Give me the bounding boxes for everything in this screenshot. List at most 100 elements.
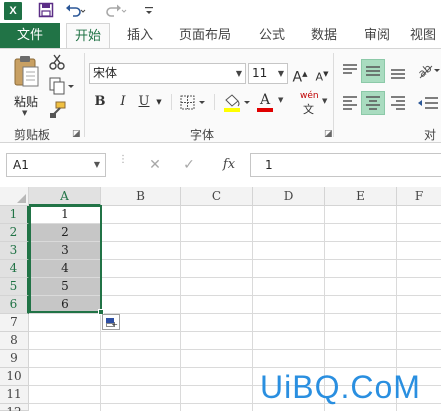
formula-buttons: ✕ ✓ fx — [134, 153, 246, 177]
paste-icon — [14, 56, 39, 87]
font-name-value: 宋体 — [93, 66, 118, 80]
column-header-b[interactable]: B — [101, 187, 181, 206]
shrink-font-button[interactable]: A▼ — [314, 64, 330, 84]
phonetic-guide-button[interactable]: wén 文 ▼ — [298, 91, 332, 116]
align-left-icon[interactable] — [340, 93, 360, 113]
row-header-2[interactable]: 2 — [0, 224, 29, 242]
borders-icon[interactable] — [180, 95, 208, 111]
redo-icon[interactable] — [105, 2, 127, 20]
phonetic-bottom-text: 文 — [303, 103, 314, 116]
undo-icon[interactable] — [64, 2, 86, 20]
column-header-c[interactable]: C — [181, 187, 253, 206]
row-header-11[interactable]: 11 — [0, 386, 29, 404]
save-icon[interactable] — [38, 2, 54, 20]
bold-button[interactable]: B — [93, 92, 107, 112]
plus-icon: + — [111, 320, 118, 329]
underline-button[interactable]: U — [137, 92, 151, 112]
tab-page-layout[interactable]: 页面布局 — [175, 23, 235, 48]
row-header-1[interactable]: 1 — [0, 206, 29, 224]
paste-label: 粘贴 — [13, 95, 38, 109]
chevron-down-icon: ▼ — [277, 69, 284, 78]
tab-insert[interactable]: 插入 — [118, 23, 162, 48]
align-middle-icon[interactable] — [361, 59, 385, 83]
row-header-6[interactable]: 6 — [0, 296, 29, 314]
insert-function-button[interactable]: fx — [212, 153, 246, 177]
group-divider — [333, 53, 334, 137]
tab-formulas[interactable]: 公式 — [250, 23, 294, 48]
font-group-label: 字体 — [190, 128, 215, 142]
copy-icon[interactable] — [48, 77, 76, 97]
align-center-icon[interactable] — [361, 91, 385, 115]
format-painter-icon[interactable] — [48, 101, 68, 119]
column-header-f[interactable]: F — [397, 187, 441, 206]
name-box-value: A1 — [13, 158, 29, 172]
decrease-indent-icon[interactable] — [416, 93, 441, 113]
font-size-value: 11 — [252, 66, 268, 80]
group-divider — [84, 53, 85, 137]
column-header-e[interactable]: E — [325, 187, 397, 206]
phonetic-top-text: wén — [300, 91, 319, 101]
customize-qat-icon[interactable] — [143, 2, 155, 20]
column-header-d[interactable]: D — [253, 187, 325, 206]
row-header-12[interactable]: 12 — [0, 404, 29, 411]
auto-fill-options-button[interactable]: + — [102, 314, 120, 330]
row-header-4[interactable]: 4 — [0, 260, 29, 278]
gridline — [29, 331, 441, 332]
chevron-down-icon: ▼ — [93, 160, 100, 169]
cut-icon[interactable] — [48, 53, 68, 73]
paste-button[interactable]: 粘贴 ▼ — [8, 55, 44, 117]
gridline — [29, 367, 441, 368]
tab-home[interactable]: 开始 — [66, 23, 110, 49]
font-name-dropdown[interactable]: 宋体 ▼ — [89, 63, 246, 84]
clipboard-launcher-icon[interactable]: ◪ — [72, 129, 81, 139]
column-header-a[interactable]: A — [29, 187, 101, 206]
shrink-font-icon: A — [315, 70, 324, 84]
name-box[interactable]: A1 ▼ — [6, 153, 106, 177]
row-header-7[interactable]: 7 — [0, 314, 29, 332]
ribbon-tabs: 文件 开始 插入 页面布局 公式 数据 审阅 视图 — [0, 23, 441, 49]
grow-font-button[interactable]: A▲ — [292, 64, 308, 86]
align-top-icon[interactable] — [340, 61, 360, 81]
align-right-icon[interactable] — [388, 93, 408, 113]
tab-review[interactable]: 审阅 — [355, 23, 399, 48]
enter-icon[interactable]: ✓ — [174, 153, 204, 177]
group-divider — [171, 94, 172, 110]
ribbon: 粘贴 ▼ 剪贴板 ◪ 宋体 ▼ 11 ▼ A▲ A▼ B I U ▼ A ▼ w… — [0, 48, 441, 159]
row-header-8[interactable]: 8 — [0, 332, 29, 350]
font-launcher-icon[interactable]: ◪ — [324, 129, 333, 139]
row-header-9[interactable]: 9 — [0, 350, 29, 368]
formula-bar: A1 ▼ ⋮ ✕ ✓ fx 1 — [0, 143, 441, 187]
font-color-button[interactable]: A ▼ — [256, 93, 288, 113]
formula-input[interactable]: 1 — [250, 153, 441, 177]
tab-data[interactable]: 数据 — [302, 23, 346, 48]
orientation-icon[interactable]: ab — [416, 61, 441, 81]
font-size-dropdown[interactable]: 11 ▼ — [248, 63, 288, 84]
row-header-3[interactable]: 3 — [0, 242, 29, 260]
grow-font-icon: A — [292, 69, 303, 86]
chevron-down-icon: ▼ — [235, 69, 242, 78]
chevron-down-icon[interactable]: ▼ — [154, 92, 164, 112]
font-color-icon: A — [259, 92, 271, 108]
cancel-icon[interactable]: ✕ — [140, 153, 170, 177]
quick-access-toolbar: X — [0, 0, 441, 23]
group-divider — [214, 94, 215, 110]
tab-file[interactable]: 文件 — [0, 23, 60, 48]
svg-text:ab: ab — [416, 61, 434, 80]
chevron-down-icon: ▼ — [278, 96, 284, 104]
row-header-5[interactable]: 5 — [0, 278, 29, 296]
watermark: UiBQ.CoM — [260, 369, 421, 405]
gridline — [29, 349, 441, 350]
row-header-10[interactable]: 10 — [0, 368, 29, 386]
chevron-down-icon: ▼ — [22, 109, 28, 117]
select-all-button[interactable] — [0, 187, 29, 206]
gridline — [252, 206, 253, 411]
align-bottom-icon[interactable] — [388, 61, 408, 81]
selection-border — [29, 205, 102, 313]
tab-view[interactable]: 视图 — [405, 23, 441, 48]
resize-handle[interactable]: ⋮ — [118, 155, 128, 165]
chevron-down-icon: ▼ — [322, 97, 328, 105]
fill-color-icon[interactable] — [222, 93, 252, 113]
italic-button[interactable]: I — [116, 92, 130, 112]
excel-icon: X — [4, 2, 22, 20]
clipboard-group-label: 剪贴板 — [14, 128, 51, 142]
